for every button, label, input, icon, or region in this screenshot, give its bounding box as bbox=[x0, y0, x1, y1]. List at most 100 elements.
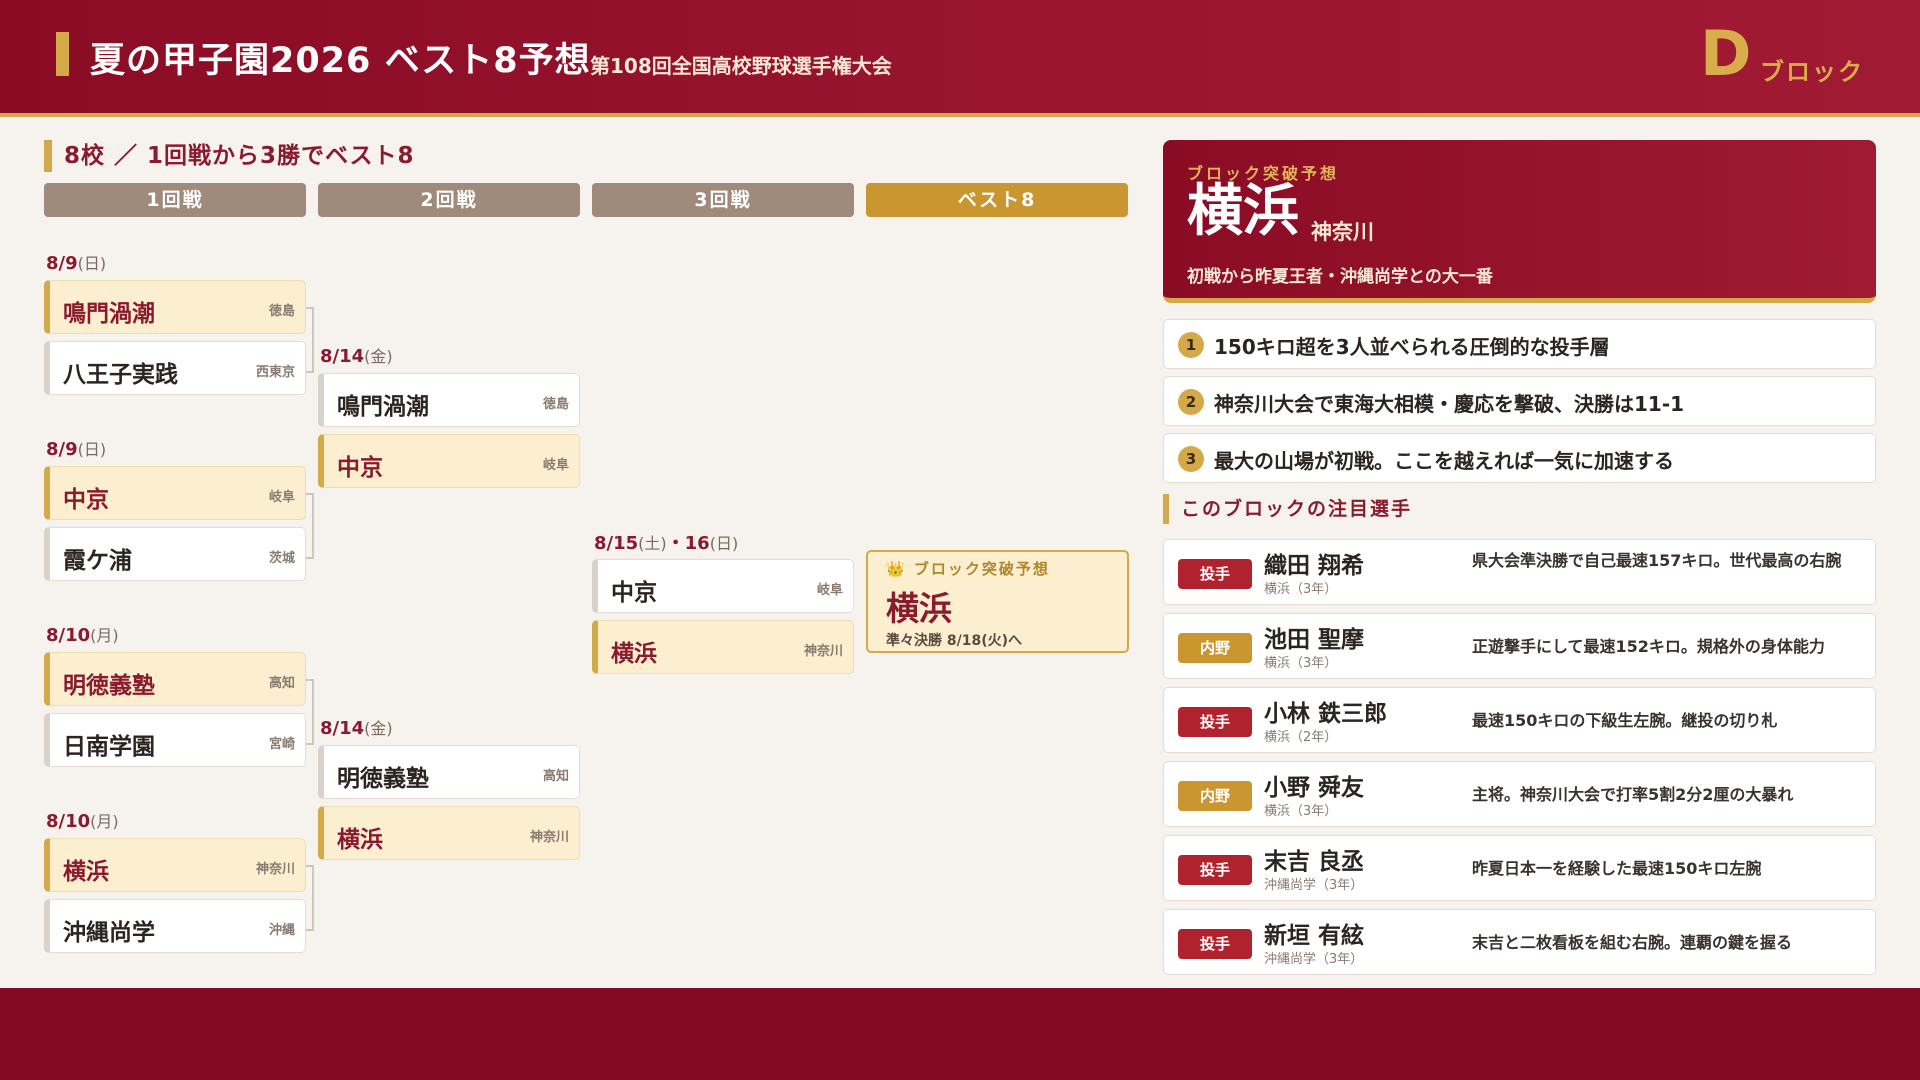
team-pref: 沖縄 bbox=[268, 923, 295, 938]
player-row[interactable]: 投手 小林 鉄三郎 横浜（2年） 最速150キロの下級生左腕。継投の切り札 bbox=[1163, 687, 1876, 753]
prediction-description: 初戦から昨夏王者・沖縄尚学との大一番 bbox=[1187, 267, 1493, 287]
team-pref: 岐阜 bbox=[268, 490, 295, 505]
point-number: 2 bbox=[1178, 389, 1204, 415]
player-row[interactable]: 内野 池田 聖摩 横浜（3年） 正遊撃手にして最速152キロ。規格外の身体能力 bbox=[1163, 613, 1876, 679]
point-text: 神奈川大会で東海大相模・慶応を撃破、決勝は11-1 bbox=[1214, 392, 1685, 416]
page-title: 夏の甲子園2026 ベスト8予想 bbox=[90, 41, 591, 81]
team-card[interactable]: 日南学園 宮崎 bbox=[44, 713, 306, 767]
point-item: 1 150キロ超を3人並べられる圧倒的な投手層 bbox=[1163, 319, 1876, 369]
best8-note: 準々決勝 8/18(火)へ bbox=[886, 633, 1023, 649]
team-card[interactable]: 沖縄尚学 沖縄 bbox=[44, 899, 306, 953]
match-date: 8/10(月) bbox=[46, 625, 119, 646]
team-name: 中京 bbox=[337, 455, 383, 481]
team-card[interactable]: 中京 岐阜 bbox=[44, 466, 306, 520]
position-badge: 内野 bbox=[1178, 633, 1252, 663]
player-row[interactable]: 投手 織田 翔希 横浜（3年） 県大会準決勝で自己最速157キロ。世代最高の右腕 bbox=[1163, 539, 1876, 605]
player-description: 県大会準決勝で自己最速157キロ。世代最高の右腕 bbox=[1472, 551, 1842, 570]
player-school: 沖縄尚学（3年） bbox=[1264, 878, 1364, 893]
team-pref: 茨城 bbox=[268, 551, 295, 566]
best8-card[interactable]: 👑 ブロック突破予想 横浜 準々決勝 8/18(火)へ bbox=[866, 550, 1129, 653]
player-description: 末吉と二枚看板を組む右腕。連覇の鍵を握る bbox=[1472, 933, 1793, 952]
players-heading: このブロックの注目選手 bbox=[1163, 494, 1412, 524]
header: 夏の甲子園2026 ベスト8予想 第108回全国高校野球選手権大会 D ブロック bbox=[0, 0, 1920, 117]
team-pref: 西東京 bbox=[255, 365, 295, 380]
connector bbox=[306, 307, 314, 373]
round-header-3: 3回戦 bbox=[592, 183, 854, 217]
player-row[interactable]: 投手 末吉 良丞 沖縄尚学（3年） 昨夏日本一を経験した最速150キロ左腕 bbox=[1163, 835, 1876, 901]
match-date: 8/9(日) bbox=[46, 253, 107, 274]
team-pref: 岐阜 bbox=[816, 583, 843, 598]
team-card[interactable]: 鳴門渦潮 徳島 bbox=[44, 280, 306, 334]
player-name: 末吉 良丞 bbox=[1264, 849, 1365, 875]
team-name: 横浜 bbox=[337, 827, 383, 853]
block-word: ブロック bbox=[1760, 58, 1864, 86]
prediction-card: ブロック突破予想 横浜 神奈川 初戦から昨夏王者・沖縄尚学との大一番 bbox=[1163, 140, 1876, 303]
team-pref: 神奈川 bbox=[803, 644, 843, 659]
team-name: 八王子実践 bbox=[63, 362, 178, 388]
bracket-heading: 8校 ／ 1回戦から3勝でベスト8 bbox=[44, 140, 415, 172]
team-name: 中京 bbox=[611, 580, 657, 606]
team-pref: 神奈川 bbox=[255, 862, 295, 877]
player-name: 新垣 有絃 bbox=[1264, 923, 1365, 949]
match-date: 8/15(土)・16(日) bbox=[594, 533, 739, 554]
team-card[interactable]: 明徳義塾 高知 bbox=[318, 745, 580, 799]
connector bbox=[306, 865, 314, 931]
crown-icon: 👑 bbox=[886, 560, 907, 578]
player-name: 小林 鉄三郎 bbox=[1264, 701, 1388, 727]
player-name: 小野 舜友 bbox=[1264, 775, 1365, 801]
point-text: 最大の山場が初戦。ここを越えれば一気に加速する bbox=[1214, 449, 1674, 473]
position-badge: 投手 bbox=[1178, 855, 1252, 885]
player-description: 最速150キロの下級生左腕。継投の切り札 bbox=[1472, 711, 1778, 730]
team-card[interactable]: 横浜 神奈川 bbox=[318, 806, 580, 860]
team-name: 明徳義塾 bbox=[63, 673, 155, 699]
player-description: 昨夏日本一を経験した最速150キロ左腕 bbox=[1472, 859, 1762, 878]
player-description: 主将。神奈川大会で打率5割2分2厘の大暴れ bbox=[1472, 785, 1794, 804]
player-school: 沖縄尚学（3年） bbox=[1264, 952, 1364, 967]
round-header-1: 1回戦 bbox=[44, 183, 306, 217]
player-name: 織田 翔希 bbox=[1264, 553, 1365, 579]
position-badge: 投手 bbox=[1178, 559, 1252, 589]
team-name: 鳴門渦潮 bbox=[337, 394, 429, 420]
team-card[interactable]: 横浜 神奈川 bbox=[44, 838, 306, 892]
position-badge: 投手 bbox=[1178, 707, 1252, 737]
player-school: 横浜（3年） bbox=[1264, 804, 1338, 819]
team-card[interactable]: 明徳義塾 高知 bbox=[44, 652, 306, 706]
connector bbox=[306, 493, 314, 559]
team-card[interactable]: 霞ケ浦 茨城 bbox=[44, 527, 306, 581]
team-name: 霞ケ浦 bbox=[63, 548, 132, 574]
team-name: 沖縄尚学 bbox=[63, 920, 155, 946]
team-card[interactable]: 中京 岐阜 bbox=[592, 559, 854, 613]
round-header-2: 2回戦 bbox=[318, 183, 580, 217]
point-number: 1 bbox=[1178, 332, 1204, 358]
team-pref: 岐阜 bbox=[542, 458, 569, 473]
connector bbox=[306, 679, 314, 745]
block-letter: D bbox=[1700, 17, 1752, 90]
team-name: 横浜 bbox=[63, 859, 109, 885]
team-name: 中京 bbox=[63, 487, 109, 513]
team-pref: 高知 bbox=[268, 676, 295, 691]
player-name: 池田 聖摩 bbox=[1264, 627, 1365, 653]
team-card[interactable]: 八王子実践 西東京 bbox=[44, 341, 306, 395]
team-name: 日南学園 bbox=[63, 734, 155, 760]
player-school: 横浜（3年） bbox=[1264, 582, 1338, 597]
round-header-best8: ベスト8 bbox=[866, 183, 1128, 217]
prediction-team-pref: 神奈川 bbox=[1311, 220, 1374, 244]
team-pref: 徳島 bbox=[542, 397, 569, 412]
team-card[interactable]: 中京 岐阜 bbox=[318, 434, 580, 488]
point-number: 3 bbox=[1178, 446, 1204, 472]
player-description: 正遊撃手にして最速152キロ。規格外の身体能力 bbox=[1472, 637, 1825, 656]
page-subtitle: 第108回全国高校野球選手権大会 bbox=[590, 54, 892, 78]
footer-bar bbox=[0, 988, 1920, 1080]
player-school: 横浜（3年） bbox=[1264, 656, 1338, 671]
team-pref: 徳島 bbox=[268, 304, 295, 319]
team-card[interactable]: 横浜 神奈川 bbox=[592, 620, 854, 674]
player-school: 横浜（2年） bbox=[1264, 730, 1338, 745]
team-name: 明徳義塾 bbox=[337, 766, 429, 792]
match-date: 8/10(月) bbox=[46, 811, 119, 832]
team-card[interactable]: 鳴門渦潮 徳島 bbox=[318, 373, 580, 427]
player-row[interactable]: 投手 新垣 有絃 沖縄尚学（3年） 末吉と二枚看板を組む右腕。連覇の鍵を握る bbox=[1163, 909, 1876, 975]
best8-label: 👑 ブロック突破予想 bbox=[886, 560, 1050, 578]
team-pref: 神奈川 bbox=[529, 830, 569, 845]
team-name: 鳴門渦潮 bbox=[63, 301, 155, 327]
player-row[interactable]: 内野 小野 舜友 横浜（3年） 主将。神奈川大会で打率5割2分2厘の大暴れ bbox=[1163, 761, 1876, 827]
